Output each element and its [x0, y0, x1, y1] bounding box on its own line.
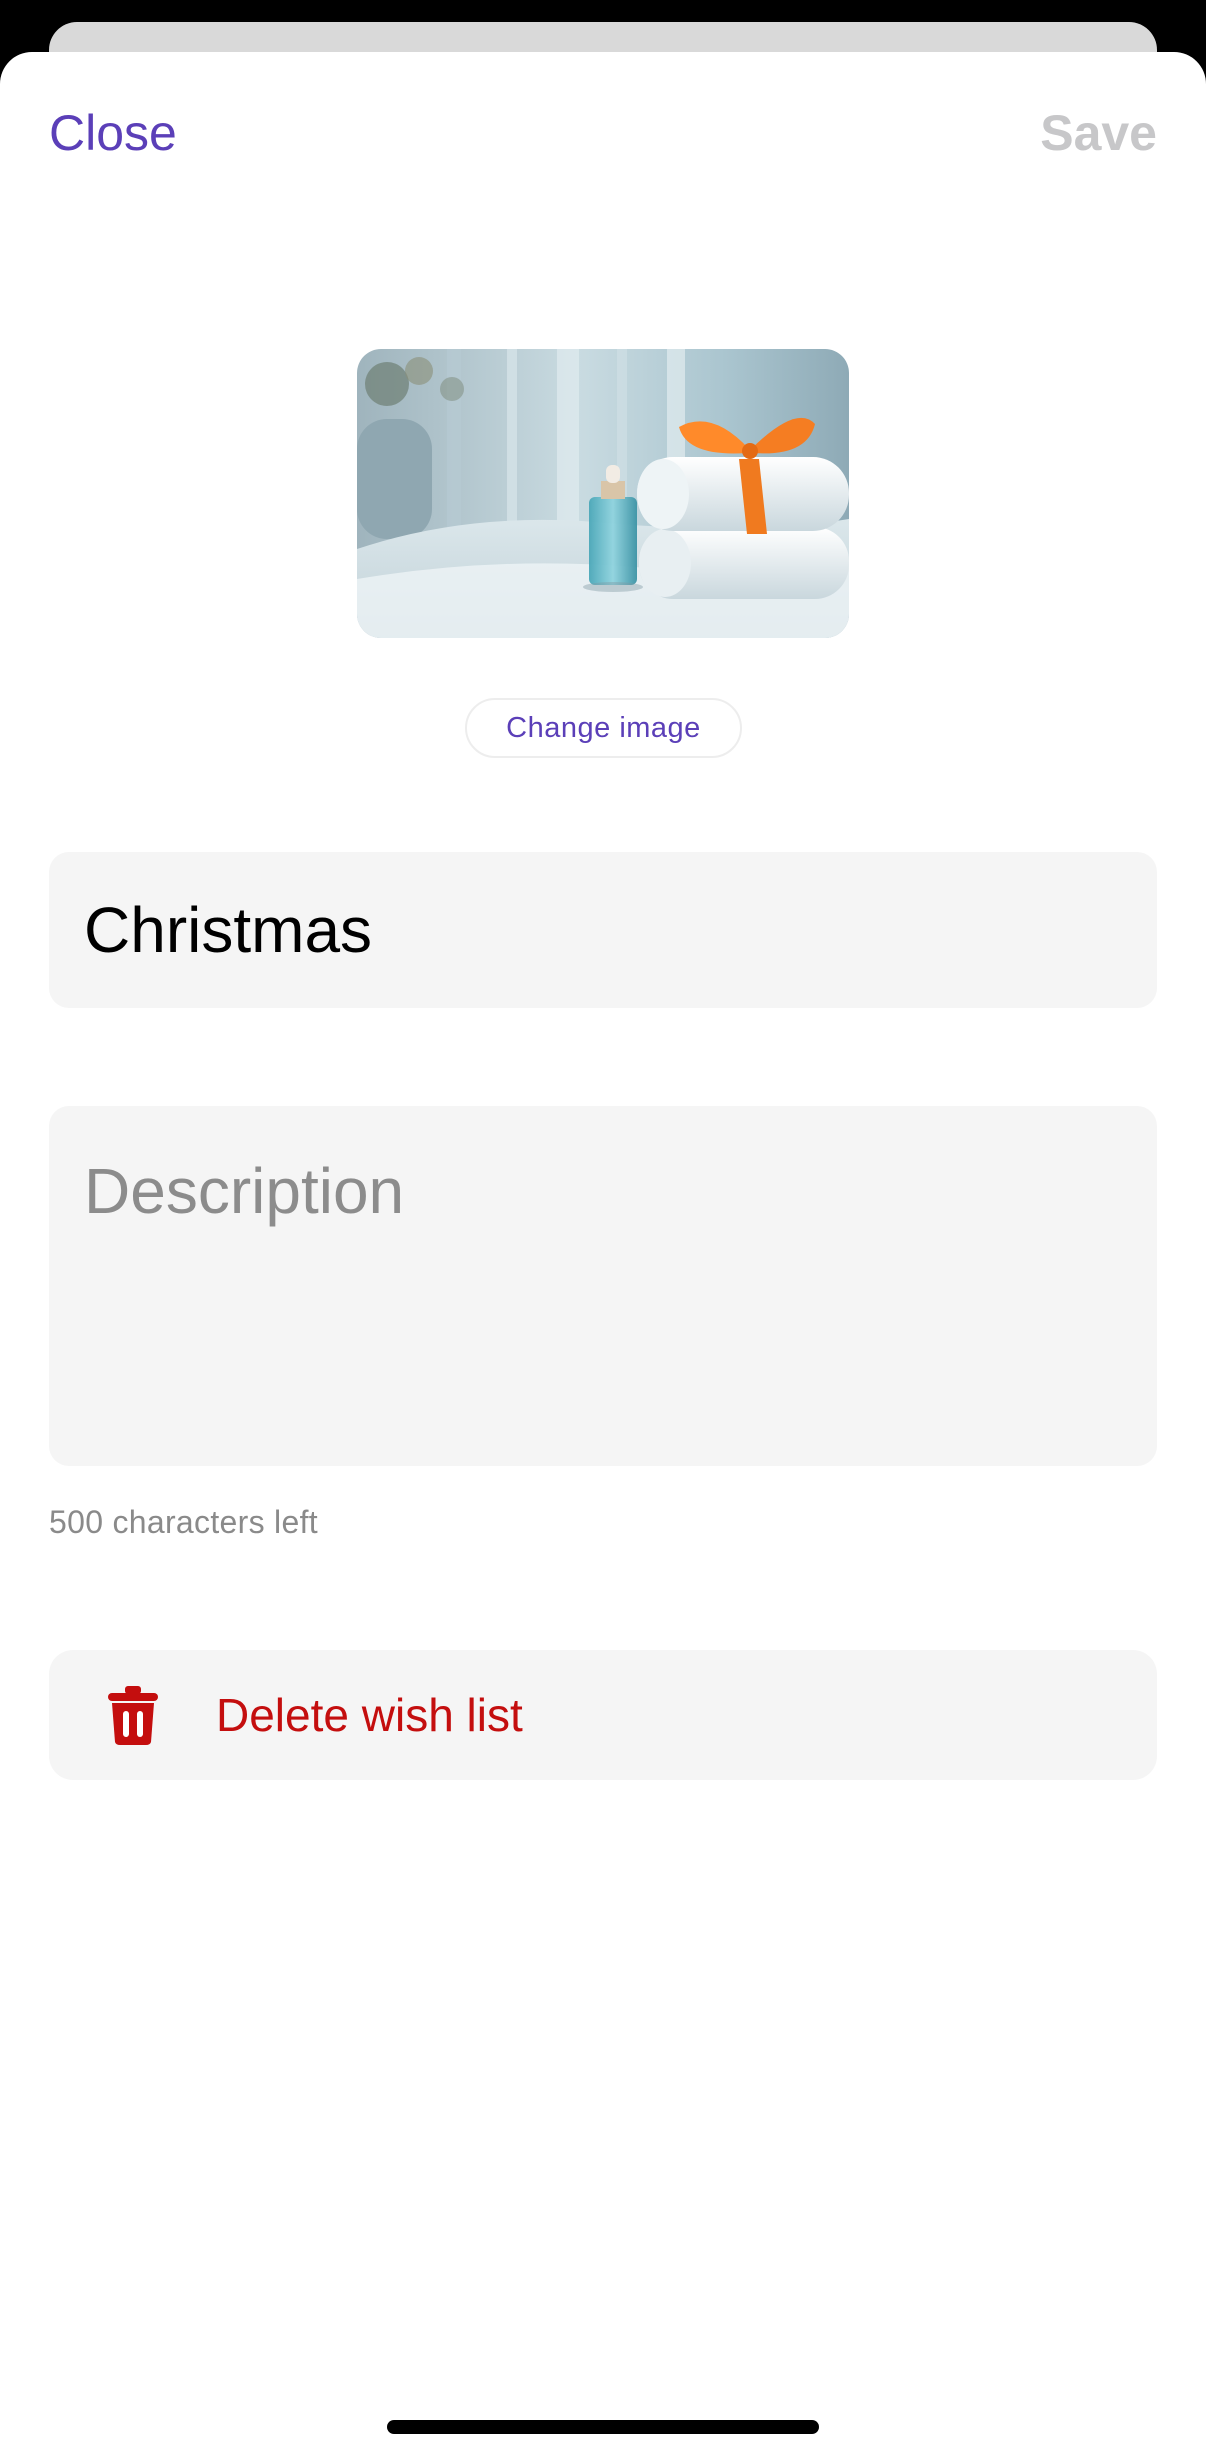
- save-button[interactable]: Save: [1040, 108, 1157, 158]
- wishlist-name-field[interactable]: Christmas: [49, 852, 1157, 1008]
- trash-icon: [100, 1682, 166, 1748]
- delete-wishlist-label: Delete wish list: [216, 1689, 523, 1741]
- wishlist-cover-image[interactable]: [357, 349, 849, 638]
- edit-wishlist-sheet: Close Save Change image Christmas Descri…: [0, 52, 1206, 2458]
- change-image-button[interactable]: Change image: [465, 698, 742, 758]
- characters-left-counter: 500 characters left: [49, 1504, 318, 1540]
- delete-wishlist-button[interactable]: Delete wish list: [49, 1650, 1157, 1780]
- home-indicator[interactable]: [387, 2420, 819, 2434]
- description-field[interactable]: Description: [49, 1106, 1157, 1466]
- close-button[interactable]: Close: [49, 108, 177, 158]
